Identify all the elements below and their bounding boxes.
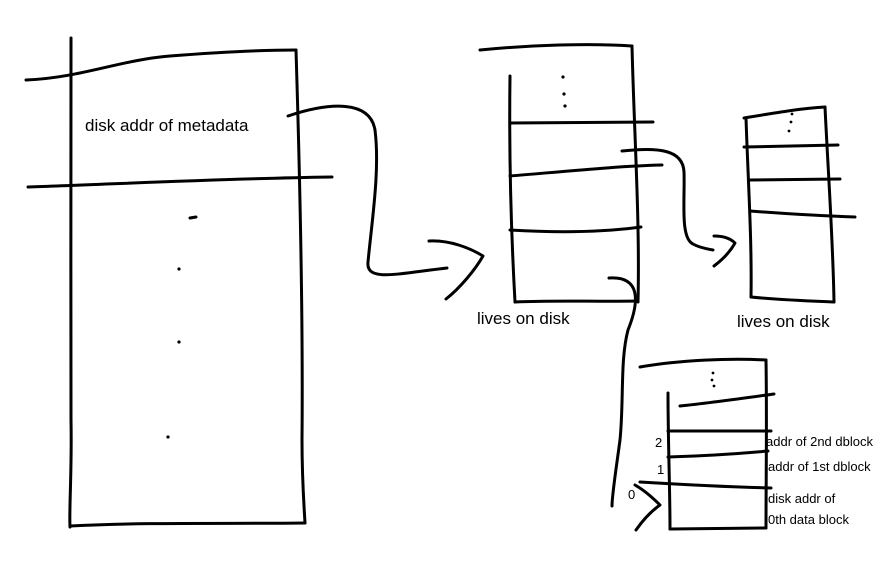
middle-block-row-2 <box>508 163 664 178</box>
bottom-block-top-edge <box>638 357 768 369</box>
large-table-dot-3 <box>166 435 170 439</box>
middle-block-dot-2 <box>562 92 566 96</box>
right-block <box>742 105 857 304</box>
bottom-block-row-1 <box>678 392 776 408</box>
middle-block-right-edge <box>630 44 640 304</box>
slot-index-0: 0 <box>628 487 636 502</box>
bottom-block-dot-3 <box>712 384 716 388</box>
middle-block-caption: lives on disk <box>477 309 570 328</box>
slot-index-2: 2 <box>655 435 663 450</box>
diagram-canvas: disk addr of metadata lives on disk live… <box>0 0 888 582</box>
middle-block-row-3 <box>508 225 643 234</box>
addr-1st-dblock-label: addr of 1st dblock <box>768 459 871 474</box>
middle-block-dot-3 <box>563 104 567 108</box>
middle-block <box>478 43 664 304</box>
bottom-block-dot-2 <box>710 378 714 382</box>
right-block-right-edge <box>823 105 836 304</box>
bottom-block-row-3 <box>666 449 770 459</box>
middle-block-row-1 <box>508 120 655 125</box>
right-block-row-1 <box>742 143 840 149</box>
right-block-dot-2 <box>789 120 793 124</box>
diagram-ink <box>24 36 857 532</box>
middle-block-bottom-edge <box>513 299 640 304</box>
right-block-dot-3 <box>787 129 791 133</box>
arrow-metadata-to-middle <box>286 104 485 301</box>
addr-2nd-dblock-label: addr of 2nd dblock <box>766 434 873 449</box>
middle-block-dot-1 <box>561 75 565 79</box>
bottom-block-bottom-edge <box>668 526 768 531</box>
metadata-pointer-label: disk addr of metadata <box>85 116 249 135</box>
right-block-bottom-edge <box>749 295 836 304</box>
right-block-dot-1 <box>790 112 794 116</box>
slot-index-1: 1 <box>657 462 665 477</box>
data-block-0-label: 0th data block <box>768 512 849 527</box>
right-block-caption: lives on disk <box>737 312 830 331</box>
right-block-row-3 <box>748 209 857 219</box>
bottom-block-left-edge <box>666 391 672 531</box>
right-block-top-edge <box>742 105 827 120</box>
middle-block-top-edge <box>478 43 634 52</box>
middle-block-left-edge <box>508 74 517 304</box>
right-block-left-edge <box>744 116 753 299</box>
large-table-row-divider <box>26 175 334 189</box>
large-table-bottom-edge <box>68 521 307 528</box>
disk-addr-of-label: disk addr of <box>768 491 836 506</box>
large-table-right-edge <box>294 48 307 525</box>
large-table-left-edge <box>68 36 73 529</box>
large-table <box>24 36 334 529</box>
large-table-top-edge <box>24 48 298 82</box>
bottom-block-dot-1 <box>711 371 715 375</box>
large-table-dot-dash <box>188 215 198 220</box>
right-block-row-2 <box>748 177 842 182</box>
bottom-block-row-4 <box>638 480 773 490</box>
large-table-dot-1 <box>177 267 181 271</box>
large-table-dot-2 <box>177 340 181 344</box>
